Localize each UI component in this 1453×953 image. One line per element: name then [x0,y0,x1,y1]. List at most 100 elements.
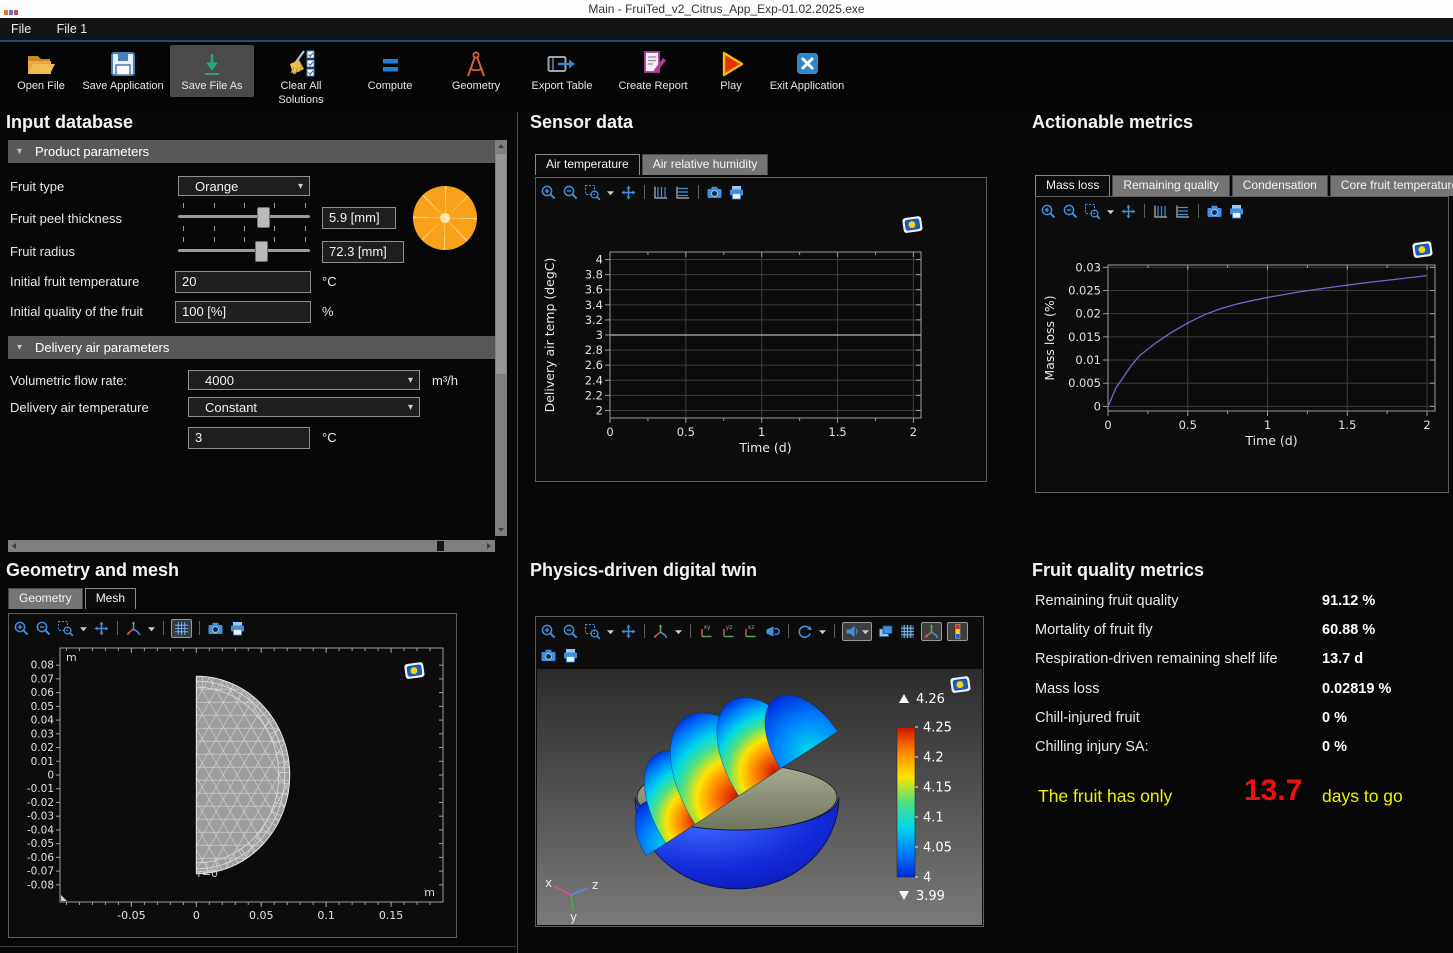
clear-all-solutions-button[interactable]: Clear All Solutions [259,45,343,111]
zoom-extents-icon[interactable] [620,184,637,201]
print-icon[interactable] [229,620,246,637]
print-icon[interactable] [562,647,579,664]
zoom-box-icon[interactable] [584,184,601,201]
default-view-icon[interactable] [125,620,142,637]
slider-handle[interactable] [255,241,268,262]
initial-quality-input[interactable]: 100 [%] [175,301,311,323]
svg-text:3.4: 3.4 [585,298,603,312]
tab-mass-loss[interactable]: Mass loss [1035,175,1110,196]
tab-remaining-quality[interactable]: Remaining quality [1112,175,1229,196]
zoom-in-icon[interactable] [13,620,30,637]
fruit-peel-thickness-slider[interactable] [178,203,310,230]
delivery-air-temperature-input[interactable]: 3 [188,427,310,449]
caret-down-icon[interactable] [606,623,615,640]
transparency-icon[interactable] [877,623,894,640]
caret-down-icon[interactable] [1106,203,1115,220]
volumetric-flow-rate-dropdown[interactable]: 4000 ▾ [188,370,420,390]
create-report-button[interactable]: Create Report [609,45,697,97]
image-snapshot-icon[interactable] [1206,203,1223,220]
initial-fruit-temperature-input[interactable]: 20 [175,271,311,293]
show-grid-button[interactable] [171,619,192,638]
image-snapshot-icon[interactable] [706,184,723,201]
svg-text:0.015: 0.015 [1068,330,1101,344]
caret-down-icon[interactable] [818,623,827,640]
scene-light-button[interactable] [842,622,872,641]
scrollbar-thumb[interactable] [496,154,506,374]
open-file-button[interactable]: Open File [6,45,76,97]
print-icon[interactable] [728,184,745,201]
export-table-button[interactable]: Export Table [520,45,604,97]
menu-file1[interactable]: File 1 [46,18,99,40]
tab-mesh[interactable]: Mesh [85,588,136,609]
delivery-air-temperature-dropdown[interactable]: Constant ▾ [188,397,420,417]
x-axis-grid-icon[interactable] [1174,203,1191,220]
caret-down-icon[interactable] [79,620,88,637]
y-axis-grid-icon[interactable] [1152,203,1169,220]
save-application-button[interactable]: Save Application [81,45,165,97]
fruit-type-dropdown[interactable]: Orange ▾ [178,176,310,196]
image-snapshot-icon[interactable] [207,620,224,637]
scrollbar-thumb[interactable] [437,541,444,551]
zoom-extents-icon[interactable] [93,620,110,637]
svg-text:-0.04: -0.04 [27,824,54,836]
slider-handle[interactable] [257,207,270,228]
print-icon[interactable] [1228,203,1245,220]
delivery-air-parameters-header[interactable]: ▾ Delivery air parameters [8,336,495,359]
compute-button[interactable]: Compute [348,45,432,97]
grid-icon[interactable] [899,623,916,640]
input-horizontal-scrollbar[interactable] [8,540,495,552]
image-snapshot-icon[interactable] [540,647,557,664]
zoom-out-icon[interactable] [562,623,579,640]
menu-file[interactable]: File [0,18,42,40]
zoom-out-icon[interactable] [1062,203,1079,220]
sensor-plot-canvas[interactable]: 00.511.5222.22.42.62.833.23.43.63.84Time… [537,206,985,480]
digital-twin-3d-view[interactable]: 4.264.254.24.154.14.0543.99xyz [537,669,982,925]
x-axis-grid-icon[interactable] [674,184,691,201]
input-vertical-scrollbar[interactable] [495,140,507,536]
zoom-box-icon[interactable] [1084,203,1101,220]
tab-geometry[interactable]: Geometry [8,588,83,609]
zoom-box-icon[interactable] [584,623,601,640]
mesh-plot-canvas[interactable]: -0.0500.050.10.150.080.070.060.050.040.0… [10,642,455,936]
geometry-button[interactable]: Geometry [437,45,515,97]
mass-loss-plot-canvas[interactable]: 00.511.5200.0050.010.0150.020.0250.03Tim… [1037,225,1447,491]
zoom-out-icon[interactable] [35,620,52,637]
zoom-in-icon[interactable] [540,184,557,201]
caret-down-icon[interactable] [147,620,156,637]
tab-air-relative-humidity[interactable]: Air relative humidity [642,154,769,175]
product-parameters-header[interactable]: ▾ Product parameters [8,140,495,163]
tab-condensation[interactable]: Condensation [1232,175,1328,196]
svg-text:Time (d): Time (d) [738,440,791,455]
play-button[interactable]: Play [702,45,760,97]
tab-core-fruit-temperature[interactable]: Core fruit temperature [1330,175,1453,196]
fruit-radius-slider[interactable] [178,237,310,264]
zoom-in-icon[interactable] [540,623,557,640]
default-view-icon[interactable] [652,623,669,640]
tab-air-temperature[interactable]: Air temperature [535,154,640,175]
exit-application-button[interactable]: Exit Application [765,45,849,97]
zoom-extents-icon[interactable] [620,623,637,640]
view-xz-icon[interactable]: xz [742,623,759,640]
zoom-box-icon[interactable] [57,620,74,637]
perspective-icon[interactable] [764,623,781,640]
y-axis-grid-icon[interactable] [652,184,669,201]
caret-down-icon[interactable] [674,623,683,640]
show-axes-button[interactable] [921,622,942,641]
metric-value: 13.7 d [1322,651,1363,667]
metric-label: Remaining fruit quality [1035,593,1178,609]
zoom-out-icon[interactable] [562,184,579,201]
panel-divider[interactable] [517,112,518,953]
rotate-icon[interactable] [796,623,813,640]
fruit-peel-thickness-value[interactable]: 5.9 [mm] [322,207,396,229]
view-yz-icon[interactable]: yz [720,623,737,640]
view-xy-icon[interactable]: xy [698,623,715,640]
zoom-extents-icon[interactable] [1120,203,1137,220]
collapse-icon: ▾ [17,336,22,359]
caret-down-icon[interactable] [606,184,615,201]
svg-text:m: m [424,886,435,899]
show-color-legend-button[interactable] [947,622,968,641]
save-file-as-button[interactable]: Save File As [170,45,254,97]
svg-text:0.03: 0.03 [1075,260,1101,274]
zoom-in-icon[interactable] [1040,203,1057,220]
fruit-radius-value[interactable]: 72.3 [mm] [322,241,404,263]
